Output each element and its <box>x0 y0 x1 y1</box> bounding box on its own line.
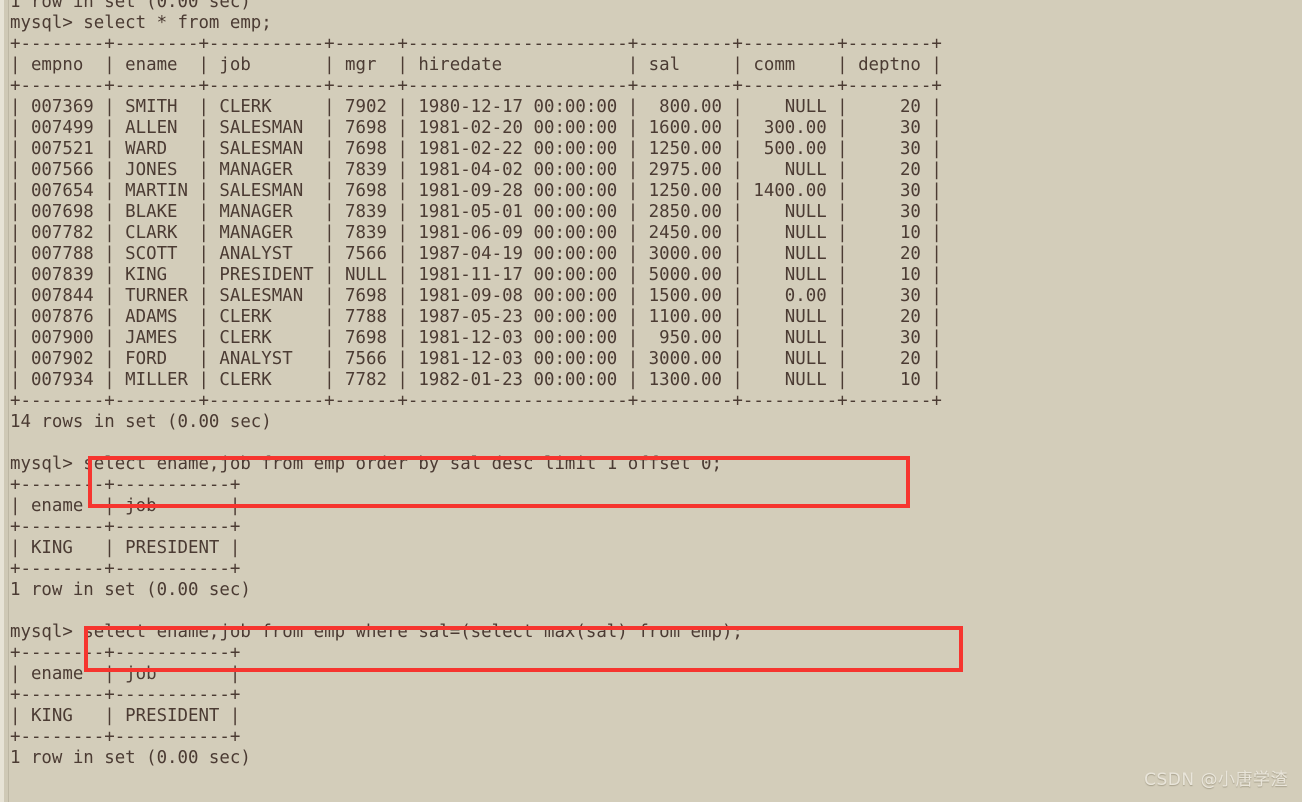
window-frame-divider-line <box>8 0 9 802</box>
terminal-output[interactable]: 1 row in set (0.00 sec) mysql> select * f… <box>10 0 1300 769</box>
terminal-line: +--------+--------+-----------+------+--… <box>10 76 942 96</box>
terminal-line: | KING | PRESIDENT | <box>10 538 241 558</box>
terminal-line: 1 row in set (0.00 sec) <box>10 748 251 768</box>
terminal-line: +--------+--------+-----------+------+--… <box>10 391 942 411</box>
terminal-line: +--------+-----------+ <box>10 517 241 537</box>
terminal-line: +--------+-----------+ <box>10 685 241 705</box>
terminal-line: mysql> select ename,job from emp where s… <box>10 622 743 642</box>
terminal-line: | 007876 | ADAMS | CLERK | 7788 | 1987-0… <box>10 307 942 327</box>
terminal-line: 1 row in set (0.00 sec) <box>10 580 251 600</box>
terminal-line: | 007788 | SCOTT | ANALYST | 7566 | 1987… <box>10 244 942 264</box>
terminal-line: mysql> select * from emp; <box>10 13 272 33</box>
terminal-line: | 007934 | MILLER | CLERK | 7782 | 1982-… <box>10 370 942 390</box>
terminal-line: | 007499 | ALLEN | SALESMAN | 7698 | 198… <box>10 118 942 138</box>
terminal-line: | 007369 | SMITH | CLERK | 7902 | 1980-1… <box>10 97 942 117</box>
terminal-line: +--------+-----------+ <box>10 643 241 663</box>
terminal-line: +--------+--------+-----------+------+--… <box>10 34 942 54</box>
terminal-line: | 007654 | MARTIN | SALESMAN | 7698 | 19… <box>10 181 942 201</box>
csdn-watermark: CSDN @小唐学渣 <box>1144 770 1288 790</box>
terminal-line: | 007698 | BLAKE | MANAGER | 7839 | 1981… <box>10 202 942 222</box>
terminal-line: | 007521 | WARD | SALESMAN | 7698 | 1981… <box>10 139 942 159</box>
terminal-line: +--------+-----------+ <box>10 727 241 747</box>
terminal-line: | 007900 | JAMES | CLERK | 7698 | 1981-1… <box>10 328 942 348</box>
terminal-line: | 007566 | JONES | MANAGER | 7839 | 1981… <box>10 160 942 180</box>
terminal-line: | 007844 | TURNER | SALESMAN | 7698 | 19… <box>10 286 942 306</box>
terminal-line: | empno | ename | job | mgr | hiredate |… <box>10 55 942 75</box>
terminal-line-clipped: 1 row in set (0.00 sec) <box>10 0 251 12</box>
terminal-line: +--------+-----------+ <box>10 475 241 495</box>
terminal-line: +--------+-----------+ <box>10 559 241 579</box>
terminal-line: | ename | job | <box>10 664 241 684</box>
terminal-line: mysql> select ename,job from emp order b… <box>10 454 722 474</box>
terminal-line: 14 rows in set (0.00 sec) <box>10 412 272 432</box>
terminal-line: | 007902 | FORD | ANALYST | 7566 | 1981-… <box>10 349 942 369</box>
terminal-line: | 007839 | KING | PRESIDENT | NULL | 198… <box>10 265 942 285</box>
terminal-line: | KING | PRESIDENT | <box>10 706 241 726</box>
terminal-line: | ename | job | <box>10 496 241 516</box>
terminal-line: | 007782 | CLARK | MANAGER | 7839 | 1981… <box>10 223 942 243</box>
terminal-screenshot: 1 row in set (0.00 sec) mysql> select * f… <box>0 0 1302 802</box>
